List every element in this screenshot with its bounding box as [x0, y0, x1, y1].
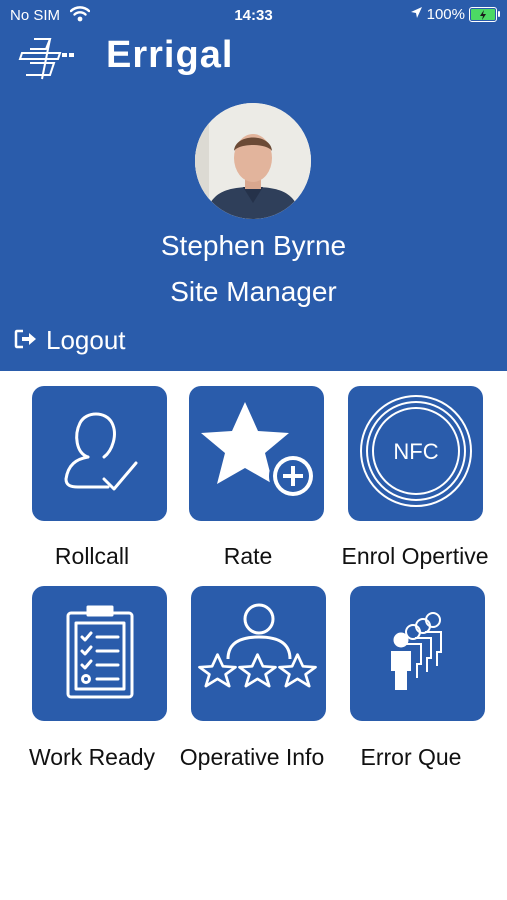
brand-title: Errigal: [106, 34, 234, 76]
header: No SIM 14:33 100% Errigal Stephen Byrne …: [0, 0, 507, 371]
error-queue-tile[interactable]: [350, 586, 485, 721]
rate-tile[interactable]: [189, 386, 324, 521]
user-role: Site Manager: [170, 276, 337, 307]
tile-label-enrol: Enrol Opertive: [341, 543, 489, 569]
battery-percent: 100%: [426, 6, 465, 23]
enrol-operative-tile[interactable]: NFC: [348, 386, 483, 521]
logout-icon: [14, 325, 38, 356]
tile-label-rate: Rate: [223, 543, 273, 569]
location-arrow-icon: [410, 6, 423, 23]
person-check-icon: [50, 401, 150, 506]
tile-label-error-que: Error Que: [360, 744, 462, 770]
errigal-logo-icon: [16, 35, 76, 81]
tile-label-work-ready: Work Ready: [28, 744, 156, 770]
rollcall-tile[interactable]: [32, 386, 167, 521]
clipboard-checklist-icon: [60, 601, 140, 706]
tile-label-operative-info: Operative Info: [179, 744, 325, 770]
user-name: Stephen Byrne: [160, 230, 347, 261]
nfc-icon: NFC: [358, 393, 474, 514]
nfc-icon-text: NFC: [393, 439, 438, 464]
work-ready-tile[interactable]: [32, 586, 167, 721]
star-plus-icon: [197, 396, 317, 511]
people-queue-icon: [383, 606, 453, 701]
logout-button[interactable]: Logout: [14, 325, 126, 356]
logout-label: Logout: [46, 325, 126, 355]
status-bar: No SIM 14:33 100%: [0, 0, 507, 30]
tile-label-rollcall: Rollcall: [54, 543, 130, 569]
operative-info-tile[interactable]: [191, 586, 326, 721]
avatar: [195, 103, 311, 219]
person-stars-icon: [196, 591, 322, 716]
battery-icon: [469, 7, 500, 22]
